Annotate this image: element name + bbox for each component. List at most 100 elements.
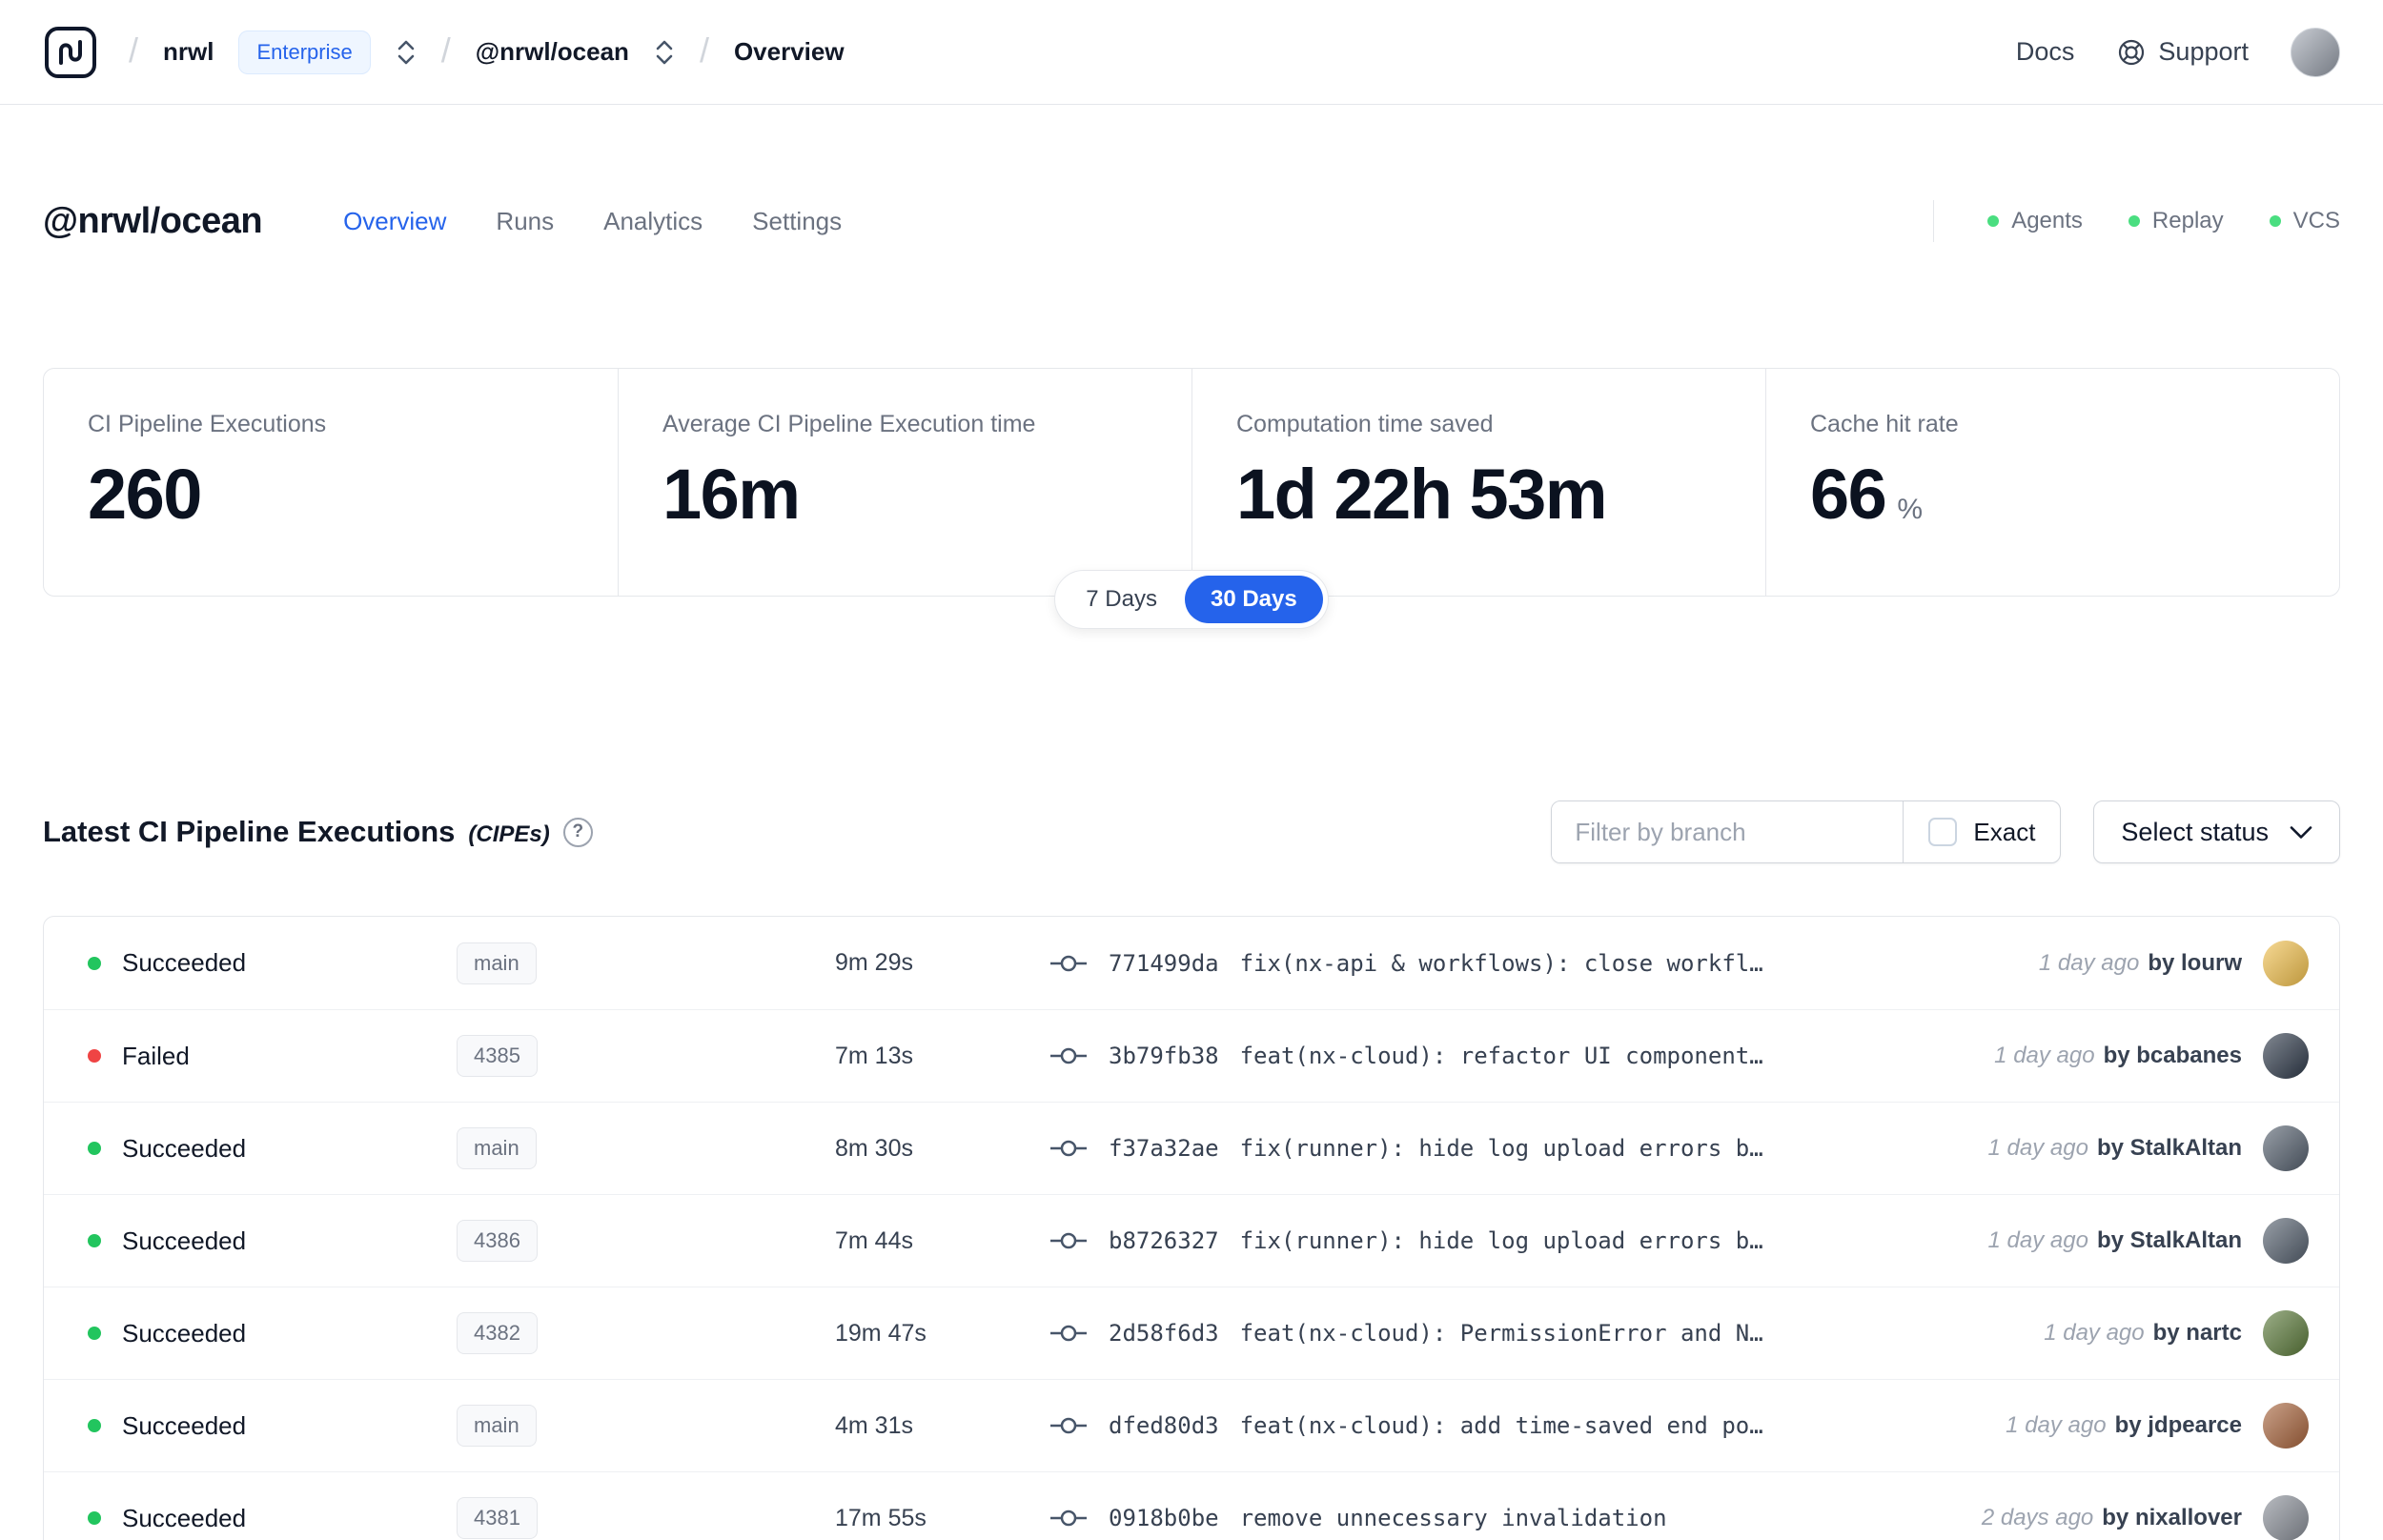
commit-cell[interactable]: 771499da fix(nx-api & workflows): close … bbox=[1049, 950, 1763, 977]
table-row[interactable]: Succeeded main 8m 30s f37a32ae fix(runne… bbox=[44, 1102, 2339, 1194]
branch-cell: main bbox=[457, 1127, 835, 1169]
stat-card-avg-time: Average CI Pipeline Execution time 16m bbox=[618, 369, 1192, 596]
exact-filter: Exact bbox=[1903, 801, 2060, 862]
relative-time: 1 day ago bbox=[2044, 1320, 2145, 1346]
branch-badge[interactable]: main bbox=[457, 1127, 537, 1169]
author-name: by nixallover bbox=[2102, 1505, 2242, 1530]
workspace-switcher-chevron-icon[interactable] bbox=[654, 37, 675, 68]
breadcrumb-separator: / bbox=[440, 30, 451, 70]
commit-message: feat(nx-cloud): refactor UI component… bbox=[1239, 1043, 1763, 1069]
branch-badge[interactable]: 4385 bbox=[457, 1035, 538, 1077]
docs-link[interactable]: Docs bbox=[2016, 37, 2075, 67]
org-switcher-chevron-icon[interactable] bbox=[396, 37, 417, 68]
commit-cell[interactable]: 2d58f6d3 feat(nx-cloud): PermissionError… bbox=[1049, 1320, 1763, 1347]
status-cell: Succeeded bbox=[88, 1226, 457, 1256]
author-cell: 2 days ago by nixallover bbox=[1982, 1495, 2309, 1540]
commit-hash: 2d58f6d3 bbox=[1109, 1320, 1219, 1347]
range-toggle-row: 7 Days 30 Days bbox=[43, 570, 2340, 629]
status-select-button[interactable]: Select status bbox=[2093, 800, 2340, 863]
commit-message: fix(runner): hide log upload errors b… bbox=[1239, 1227, 1763, 1254]
tab-runs[interactable]: Runs bbox=[496, 207, 554, 236]
status-cell: Succeeded bbox=[88, 1504, 457, 1533]
relative-time: 1 day ago bbox=[1994, 1043, 2095, 1068]
table-row[interactable]: Failed 4385 7m 13s 3b79fb38 feat(nx-clou… bbox=[44, 1009, 2339, 1102]
git-commit-icon bbox=[1050, 1417, 1087, 1434]
cipe-table: Succeeded main 9m 29s 771499da fix(nx-ap… bbox=[43, 916, 2340, 1540]
branch-cell: 4385 bbox=[457, 1035, 835, 1077]
status-cell: Succeeded bbox=[88, 1134, 457, 1164]
navbar-actions: Docs Support bbox=[2016, 27, 2340, 77]
branch-badge[interactable]: main bbox=[457, 942, 537, 984]
author-cell: 1 day ago by nartc bbox=[2044, 1310, 2309, 1356]
author-cell: 1 day ago by bcabanes bbox=[1994, 1033, 2309, 1079]
chevron-down-icon bbox=[2290, 825, 2312, 839]
status-agents[interactable]: Agents bbox=[1987, 208, 2083, 234]
author-name: by nartc bbox=[2152, 1320, 2242, 1346]
commit-hash: 0918b0be bbox=[1109, 1505, 1219, 1531]
relative-time: 1 day ago bbox=[2038, 949, 2140, 976]
avatar bbox=[2263, 1033, 2309, 1079]
range-7-days[interactable]: 7 Days bbox=[1060, 576, 1183, 623]
help-icon[interactable]: ? bbox=[562, 817, 593, 847]
duration-cell: 17m 55s bbox=[835, 1504, 927, 1531]
commit-hash: dfed80d3 bbox=[1109, 1412, 1219, 1439]
table-row[interactable]: Succeeded 4386 7m 44s b8726327 fix(runne… bbox=[44, 1194, 2339, 1287]
branch-filter-input[interactable] bbox=[1552, 801, 1904, 862]
stats-section: CI Pipeline Executions 260 Average CI Pi… bbox=[43, 368, 2340, 629]
stats-grid: CI Pipeline Executions 260 Average CI Pi… bbox=[43, 368, 2340, 597]
table-row[interactable]: Succeeded 4382 19m 47s 2d58f6d3 feat(nx-… bbox=[44, 1287, 2339, 1379]
status-label: Succeeded bbox=[122, 1318, 247, 1348]
commit-hash: f37a32ae bbox=[1109, 1135, 1219, 1162]
range-30-days[interactable]: 30 Days bbox=[1184, 576, 1323, 623]
status-cell: Succeeded bbox=[88, 1319, 457, 1348]
user-avatar[interactable] bbox=[2291, 27, 2340, 77]
nx-cloud-logo-icon[interactable] bbox=[43, 25, 98, 80]
git-commit-icon bbox=[1050, 1232, 1087, 1249]
author-cell: 1 day ago by jdpearce bbox=[2006, 1403, 2309, 1449]
commit-message: feat(nx-cloud): PermissionError and N… bbox=[1239, 1320, 1763, 1347]
status-label: Succeeded bbox=[122, 948, 247, 977]
green-dot-icon bbox=[1987, 215, 2000, 227]
commit-cell[interactable]: b8726327 fix(runner): hide log upload er… bbox=[1049, 1227, 1763, 1254]
author-cell: 1 day ago by lourw bbox=[2038, 940, 2309, 986]
status-replay[interactable]: Replay bbox=[2128, 208, 2224, 234]
stat-value: 66 bbox=[1810, 455, 1887, 534]
exact-label: Exact bbox=[1973, 817, 2036, 846]
table-row[interactable]: Succeeded 4381 17m 55s 0918b0be remove u… bbox=[44, 1471, 2339, 1540]
status-dot-icon bbox=[88, 1327, 101, 1340]
breadcrumb-separator: / bbox=[699, 30, 709, 70]
workspace-header: @nrwl/ocean Overview Runs Analytics Sett… bbox=[0, 200, 2383, 242]
git-commit-icon bbox=[1050, 1047, 1087, 1064]
branch-cell: 4382 bbox=[457, 1312, 835, 1354]
status-vcs[interactable]: VCS bbox=[2269, 208, 2340, 234]
relative-time: 1 day ago bbox=[2006, 1412, 2107, 1438]
top-navbar: / nrwl Enterprise / @nrwl/ocean / Overvi… bbox=[0, 0, 2383, 105]
commit-cell[interactable]: dfed80d3 feat(nx-cloud): add time-saved … bbox=[1049, 1412, 1763, 1439]
commit-cell[interactable]: f37a32ae fix(runner): hide log upload er… bbox=[1049, 1135, 1763, 1162]
table-row[interactable]: Succeeded main 4m 31s dfed80d3 feat(nx-c… bbox=[44, 1379, 2339, 1471]
breadcrumb-org[interactable]: nrwl bbox=[163, 37, 214, 67]
divider bbox=[1933, 200, 1935, 242]
tab-analytics[interactable]: Analytics bbox=[603, 207, 703, 236]
breadcrumb-workspace[interactable]: @nrwl/ocean bbox=[476, 37, 629, 67]
tab-settings[interactable]: Settings bbox=[752, 207, 842, 236]
branch-badge[interactable]: main bbox=[457, 1405, 537, 1447]
branch-filter-group: Exact bbox=[1551, 800, 2062, 863]
author-name: by StalkAltan bbox=[2096, 1227, 2242, 1253]
branch-badge[interactable]: 4382 bbox=[457, 1312, 538, 1354]
support-link[interactable]: Support bbox=[2116, 37, 2249, 68]
breadcrumb: / nrwl Enterprise / @nrwl/ocean / Overvi… bbox=[43, 25, 845, 80]
commit-message: remove unnecessary invalidation bbox=[1239, 1505, 1667, 1531]
exact-checkbox[interactable] bbox=[1928, 818, 1958, 846]
tab-overview[interactable]: Overview bbox=[343, 207, 446, 236]
stat-card-time-saved: Computation time saved 1d 22h 53m bbox=[1192, 369, 1765, 596]
status-cell: Failed bbox=[88, 1042, 457, 1071]
commit-cell[interactable]: 3b79fb38 feat(nx-cloud): refactor UI com… bbox=[1049, 1043, 1763, 1069]
relative-time: 1 day ago bbox=[1987, 1227, 2088, 1253]
table-row[interactable]: Succeeded main 9m 29s 771499da fix(nx-ap… bbox=[44, 917, 2339, 1009]
status-label: Succeeded bbox=[122, 1226, 247, 1255]
commit-cell[interactable]: 0918b0be remove unnecessary invalidation bbox=[1049, 1505, 1667, 1531]
branch-badge[interactable]: 4381 bbox=[457, 1497, 538, 1539]
status-dot-icon bbox=[88, 1142, 101, 1155]
branch-badge[interactable]: 4386 bbox=[457, 1220, 538, 1262]
